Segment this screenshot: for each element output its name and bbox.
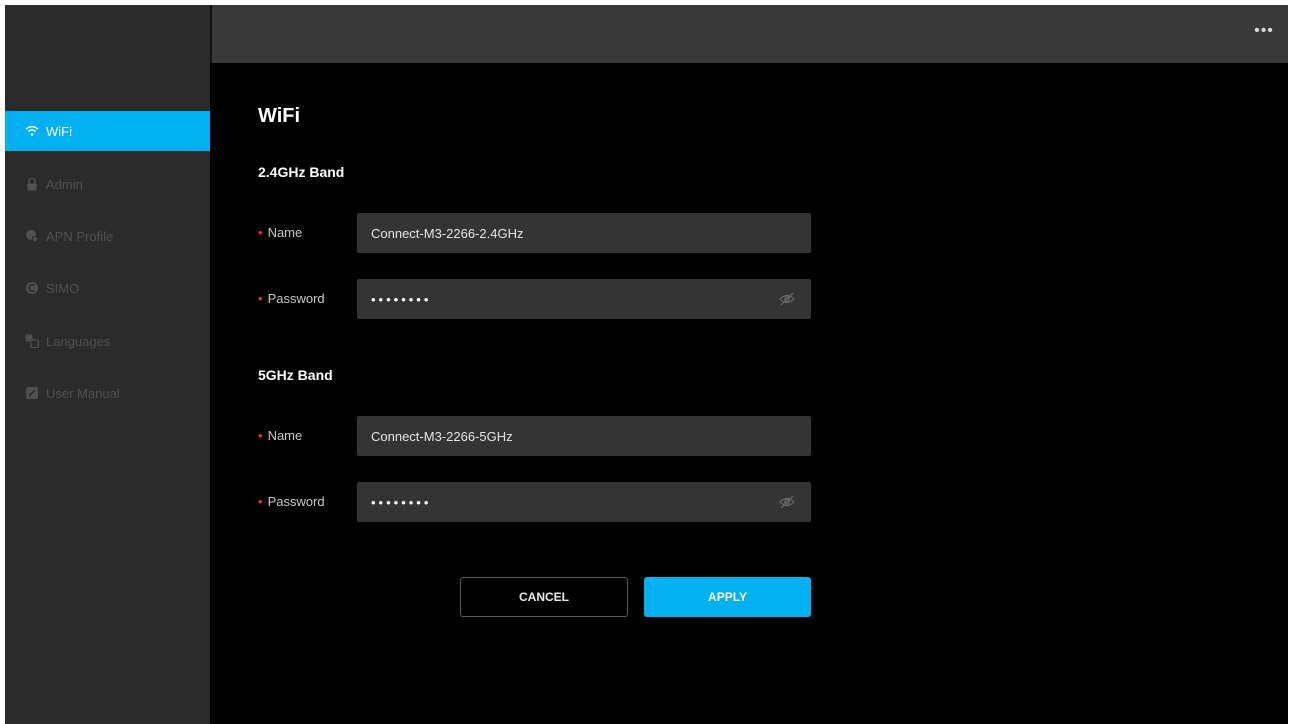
sidebar-item-label: Languages <box>46 333 111 349</box>
sidebar-item-label: Admin <box>46 176 83 192</box>
main-content: WiFi 2.4GHz Band • Name Connect-M3-2266-2… <box>212 63 1288 724</box>
password-label-2-4ghz: • Password <box>258 291 325 306</box>
name-input-5ghz[interactable]: Connect-M3-2266-5GHz <box>357 416 811 456</box>
sidebar-item-label: WiFi <box>46 123 72 139</box>
password-input-5ghz[interactable]: •••••••• <box>357 482 811 522</box>
eye-off-icon[interactable] <box>779 292 795 306</box>
cancel-button[interactable]: CANCEL <box>460 577 628 617</box>
required-marker: • <box>258 291 263 306</box>
lock-icon <box>25 177 39 191</box>
eye-off-icon[interactable] <box>779 495 795 509</box>
simo-icon <box>25 281 39 295</box>
sidebar-item-label: SIMO <box>46 280 80 296</box>
app-window: ••• WiFi Admin APN Profile SIMO Language… <box>5 5 1288 724</box>
more-dots-icon[interactable]: ••• <box>1252 21 1276 45</box>
sidebar-item-admin[interactable]: Admin <box>5 164 210 204</box>
sidebar-item-apn-profile[interactable]: APN Profile <box>5 216 210 256</box>
sidebar-item-label: User Manual <box>46 385 120 401</box>
sidebar-item-label: APN Profile <box>46 228 114 244</box>
name-input-2-4ghz[interactable]: Connect-M3-2266-2.4GHz <box>357 213 811 253</box>
name-label-5ghz: • Name <box>258 428 303 443</box>
sidebar: WiFi Admin APN Profile SIMO Languages Us… <box>5 63 210 724</box>
password-label-5ghz: • Password <box>258 494 325 509</box>
wifi-icon <box>25 124 39 138</box>
sidebar-header <box>5 5 210 63</box>
name-label-2-4ghz: • Name <box>258 225 303 240</box>
page-title: WiFi <box>258 105 301 127</box>
top-bar: ••• <box>212 5 1288 63</box>
apn-profile-icon <box>25 229 39 243</box>
section-title-5ghz: 5GHz Band <box>258 367 333 383</box>
required-marker: • <box>258 494 263 509</box>
user-manual-icon <box>25 386 39 400</box>
password-input-2-4ghz[interactable]: •••••••• <box>357 279 811 319</box>
required-marker: • <box>258 428 263 443</box>
sidebar-item-user-manual[interactable]: User Manual <box>5 373 210 413</box>
sidebar-item-wifi[interactable]: WiFi <box>5 111 210 151</box>
sidebar-item-languages[interactable]: Languages <box>5 321 210 361</box>
section-title-2-4ghz: 2.4GHz Band <box>258 164 345 180</box>
languages-icon <box>25 334 39 348</box>
required-marker: • <box>258 225 263 240</box>
sidebar-item-simo[interactable]: SIMO <box>5 268 210 308</box>
apply-button[interactable]: APPLY <box>644 577 811 617</box>
